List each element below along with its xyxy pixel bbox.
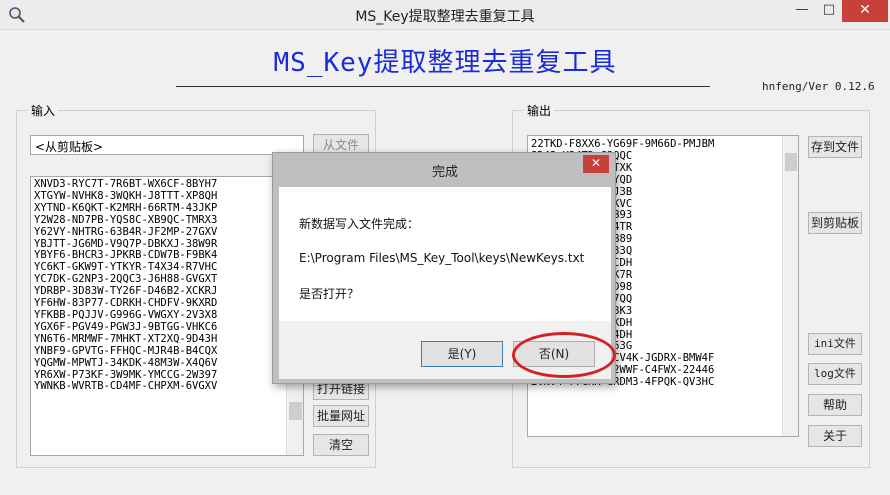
- to-clipboard-button[interactable]: 到剪贴板: [808, 212, 862, 234]
- dialog-close-button[interactable]: ✕: [583, 155, 609, 173]
- input-key-line: XYTND-K6QKT-K2MRH-66RTM-43JKP: [34, 201, 218, 214]
- window-title: MS_Key提取整理去重复工具: [355, 9, 535, 25]
- output-group-label: 输出: [524, 102, 555, 119]
- input-key-list: XNVD3-RYC7T-7R6BT-WX6CF-8BYH7 XTGYW-NVHK8…: [31, 177, 303, 393]
- input-key-line: YWNKB-WVRTB-CD4MF-CHPXM-6VGXV: [34, 380, 218, 393]
- input-keys-box[interactable]: XNVD3-RYC7T-7R6BT-WX6CF-8BYH7 XTGYW-NVHK8…: [30, 176, 304, 456]
- version-label: hnfeng/Ver 0.12.6: [762, 80, 875, 93]
- help-button[interactable]: 帮助: [808, 394, 862, 416]
- clear-button[interactable]: 清空: [313, 434, 369, 456]
- dialog-question: 是否打开？: [299, 287, 360, 301]
- log-file-button[interactable]: log文件: [808, 363, 862, 385]
- minimize-button[interactable]: —: [788, 0, 816, 22]
- input-scroll-thumb[interactable]: [289, 402, 302, 420]
- batch-url-button[interactable]: 批量网址: [313, 405, 369, 427]
- output-scrollbar[interactable]: [782, 136, 798, 436]
- maximize-button[interactable]: □: [816, 0, 842, 22]
- banner-divider: [176, 86, 710, 87]
- about-button[interactable]: 关于: [808, 425, 862, 447]
- dialog-message: 新数据写入文件完成：: [299, 217, 420, 231]
- dialog-body: 新数据写入文件完成： E:\Program Files\MS_Key_Tool\…: [279, 187, 611, 321]
- input-key-line: YGX6F-PGV49-PGW3J-9BTGG-VHKC6: [34, 320, 218, 333]
- output-scroll-thumb[interactable]: [785, 153, 797, 171]
- yes-button[interactable]: 是(Y): [421, 341, 503, 367]
- input-key-line: Y62VY-NHTRG-63B4R-JF2MP-27GXV: [34, 225, 218, 238]
- source-select-value: <从剪贴板>: [35, 140, 104, 154]
- input-key-line: YNBF9-GPVTG-FFHQC-MJR4B-B4CQX: [34, 344, 218, 357]
- input-key-line: YN6T6-MRMWF-7MHKT-XT2XQ-9D43H: [34, 332, 218, 345]
- dialog-title: 完成: [431, 165, 458, 180]
- input-group-label: 输入: [28, 102, 59, 119]
- dialog-file-path: E:\Program Files\MS_Key_Tool\keys\NewKey…: [299, 251, 585, 265]
- source-select[interactable]: <从剪贴板>: [30, 135, 304, 155]
- input-key-line: Y2W28-ND7PB-YQS8C-XB9QC-TMRX3: [34, 213, 218, 226]
- save-to-file-button[interactable]: 存到文件: [808, 136, 862, 158]
- ini-file-button[interactable]: ini文件: [808, 333, 862, 355]
- highlight-circle: [512, 332, 616, 378]
- banner-title: MS_Key提取整理去重复工具: [273, 48, 617, 78]
- close-button[interactable]: ✕: [842, 0, 888, 22]
- input-key-line: YQGMW-MPWTJ-34KDK-48M3W-X4Q6V: [34, 356, 218, 369]
